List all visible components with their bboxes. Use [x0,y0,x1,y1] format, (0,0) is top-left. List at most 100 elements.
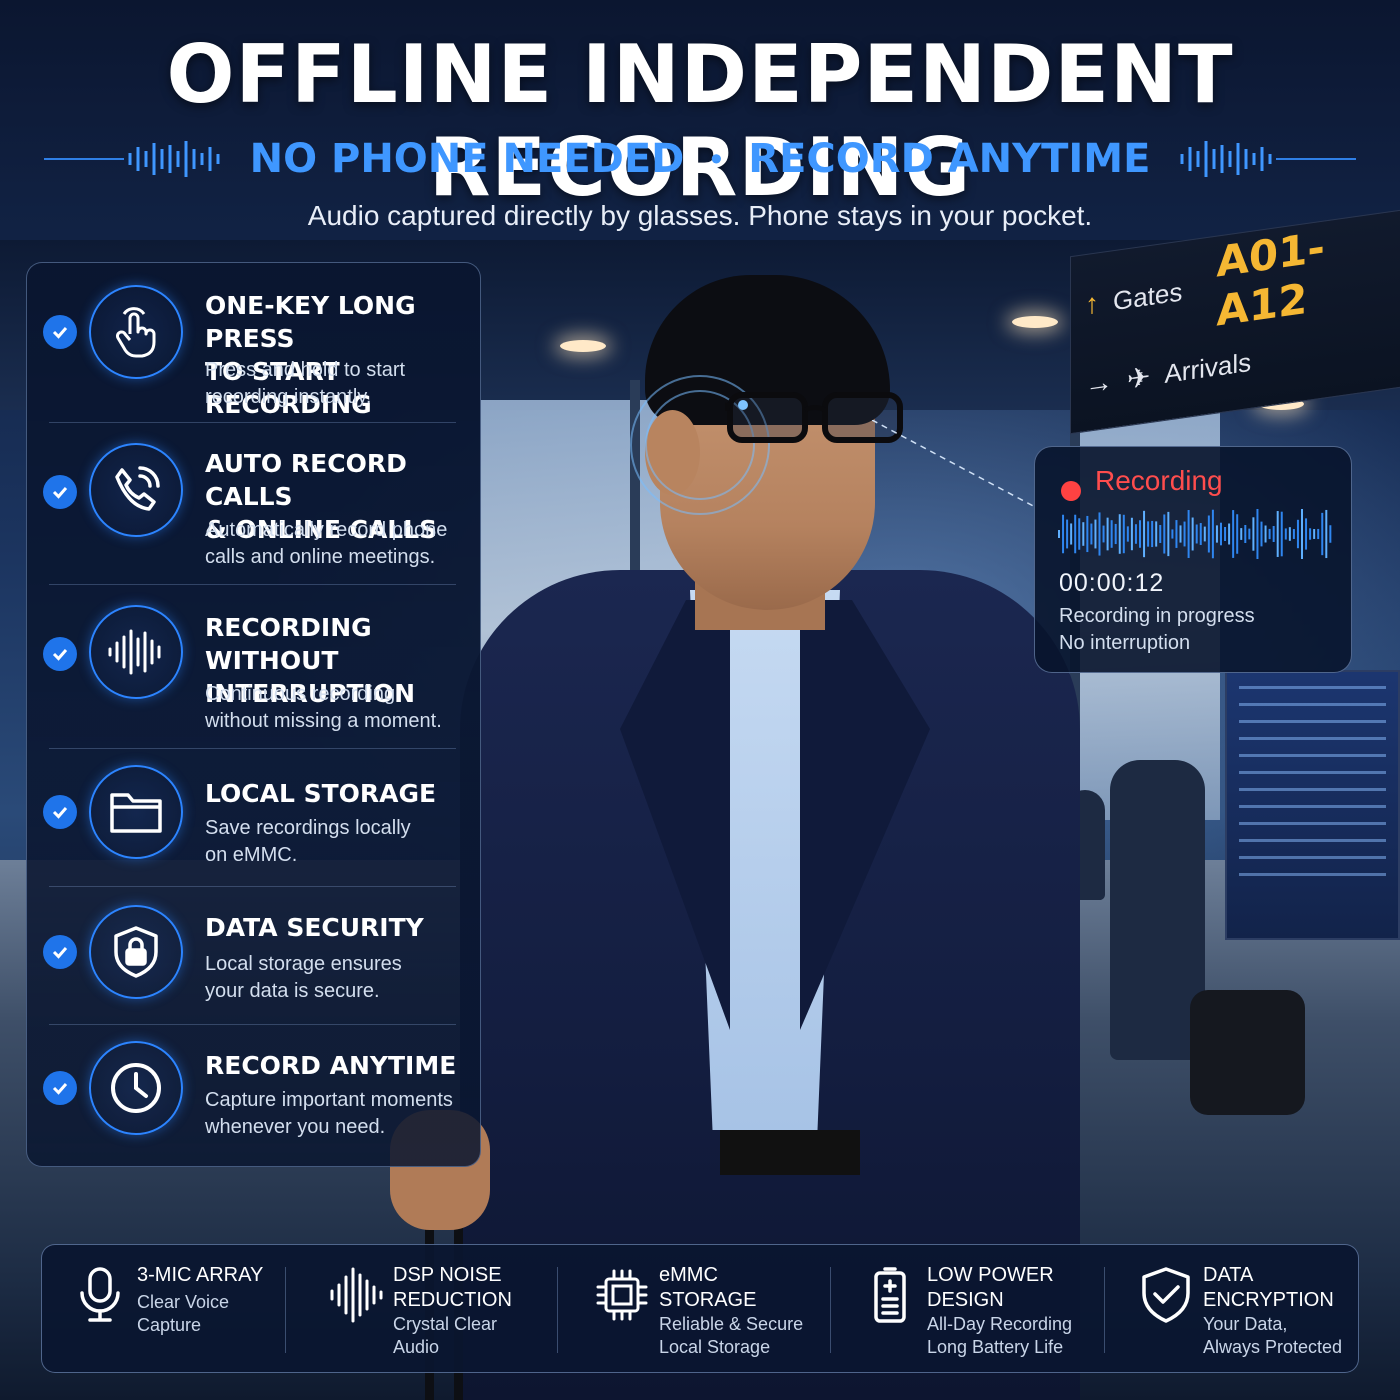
spec-title: DATA ENCRYPTION [1203,1263,1373,1313]
subtitle-no-phone: NO PHONE NEEDED [249,136,685,182]
spec-title-line: STORAGE [659,1289,757,1311]
recording-desc-2: No interruption [1059,632,1191,654]
spec-desc-line: Audio [393,1337,440,1357]
check-icon [43,315,77,349]
spec-title: LOW POWER DESIGN [927,1263,1097,1313]
spec-desc-line: Crystal Clear [393,1314,498,1334]
feature-desc: Capture important moments whenever you n… [205,1087,475,1141]
feature-desc-line: your data is secure. [205,980,380,1002]
soundwave-icon [1180,141,1357,177]
pointer-line [872,420,1038,509]
arrivals-label: Arrivals [1164,346,1252,389]
recording-label: Recording [1095,465,1223,496]
divider [1104,1267,1105,1353]
feature-title-line: ONE-KEY LONG PRESS [205,291,416,353]
feature-desc-line: on eMMC. [205,844,298,866]
feature-item: RECORD ANYTIME Capture important moments… [27,1025,482,1165]
suitcase [1190,990,1305,1115]
recording-dot-icon [1061,481,1081,501]
feature-item: LOCAL STORAGE Save recordings locally on… [27,749,482,887]
check-icon [43,795,77,829]
recording-timer: 00:00:12 [1059,569,1165,597]
check-icon [43,637,77,671]
check-icon [43,1071,77,1105]
spec-title-line: ENCRYPTION [1203,1289,1334,1311]
phone-call-icon [89,443,183,537]
feature-desc-line: Save recordings locally [205,817,411,839]
spec-title-line: eMMC [659,1264,718,1286]
feature-desc-line: Press and hold to start [205,359,406,381]
feature-desc: Save recordings locally on eMMC. [205,815,475,869]
feature-title-line: DATA SECURITY [205,913,424,942]
feature-title: DATA SECURITY [205,911,475,944]
spec-desc: Clear Voice Capture [137,1291,307,1337]
departure-board [1225,670,1400,940]
feature-item: RECORDING WITHOUT INTERRUPTION Continuou… [27,585,482,749]
spec-desc-line: Long Battery Life [927,1337,1064,1357]
spec-desc-line: Capture [137,1315,202,1335]
spec-item: DATA ENCRYPTION Your Data, Always Protec… [1108,1245,1372,1374]
feature-desc-line: calls and online meetings. [205,546,436,568]
feature-desc-line: recording instantly. [205,386,372,408]
spec-title: eMMC STORAGE [659,1263,829,1313]
feature-title-line: RECORDING WITHOUT [205,613,372,675]
chip-icon [596,1269,648,1321]
hand-tap-icon [89,285,183,379]
airplane-icon: ✈ [1127,360,1151,395]
check-icon [43,935,77,969]
check-icon [43,475,77,509]
spec-title-line: DATA [1203,1264,1254,1286]
spec-desc-line: Clear Voice [137,1292,230,1312]
shield-check-icon [1142,1267,1190,1323]
feature-title-line: LOCAL STORAGE [205,779,437,808]
feature-item: AUTO RECORD CALLS & ONLINE CALLS Automat… [27,423,482,585]
divider [557,1267,558,1353]
feature-desc-line: Capture important moments [205,1089,453,1111]
shield-lock-icon [89,905,183,999]
tagline: Audio captured directly by glasses. Phon… [307,200,1093,231]
spec-desc: Reliable & Secure Local Storage [659,1313,829,1359]
page-title: OFFLINE INDEPENDENT RECORDING [166,28,1234,214]
soundwave-icon [89,605,183,699]
belt [720,1130,860,1175]
feature-title-line: RECORD ANYTIME [205,1051,457,1080]
feature-desc-line: Continuous recording [205,683,396,705]
spec-title-line: LOW POWER [927,1264,1054,1286]
microphone-icon [80,1267,120,1322]
spec-title-line: DSP NOISE [393,1264,502,1286]
feature-desc: Press and hold to start recording instan… [205,357,475,411]
spec-title: 3-MIC ARRAY [137,1263,307,1288]
spec-title-line: 3-MIC ARRAY [137,1264,264,1286]
feature-title-line: AUTO RECORD CALLS [205,449,407,511]
subtitle-record-anytime: RECORD ANYTIME [748,136,1151,182]
spec-desc: Crystal Clear Audio [393,1313,563,1359]
spec-item: eMMC STORAGE Reliable & Secure Local Sto… [564,1245,828,1374]
spec-desc-line: Local Storage [659,1337,771,1357]
subtitle-separator: • [710,139,723,178]
divider [285,1267,286,1353]
feature-title: RECORD ANYTIME [205,1049,475,1082]
feature-desc: Automatically record phone calls and onl… [205,517,475,571]
soundwave-icon [330,1267,383,1323]
clock-icon [89,1041,183,1135]
subtitle-row: NO PHONE NEEDED • RECORD ANYTIME [0,136,1400,182]
spec-desc-line: Always Protected [1203,1337,1343,1357]
soundwave-icon [43,141,220,177]
feature-desc-line: without missing a moment. [205,710,442,732]
gates-label: Gates [1113,275,1183,316]
spec-title-line: DESIGN [927,1289,1004,1311]
divider [830,1267,831,1353]
feature-desc-line: Automatically record phone [205,519,448,541]
spec-bar: 3-MIC ARRAY Clear Voice Capture DSP NOIS… [41,1244,1359,1373]
spec-title: DSP NOISE REDUCTION [393,1263,563,1313]
battery-icon [874,1267,906,1323]
recording-waveform [1058,509,1332,559]
feature-desc-line: Local storage ensures [205,953,402,975]
feature-list-panel: ONE-KEY LONG PRESS TO START RECORDING Pr… [26,262,481,1167]
spec-desc: All-Day Recording Long Battery Life [927,1313,1097,1359]
feature-desc: Continuous recording without missing a m… [205,681,475,735]
spec-item: 3-MIC ARRAY Clear Voice Capture [42,1245,306,1374]
folder-icon [89,765,183,859]
arrow-up-icon: ↑ [1085,287,1099,321]
feature-item: DATA SECURITY Local storage ensures your… [27,887,482,1025]
